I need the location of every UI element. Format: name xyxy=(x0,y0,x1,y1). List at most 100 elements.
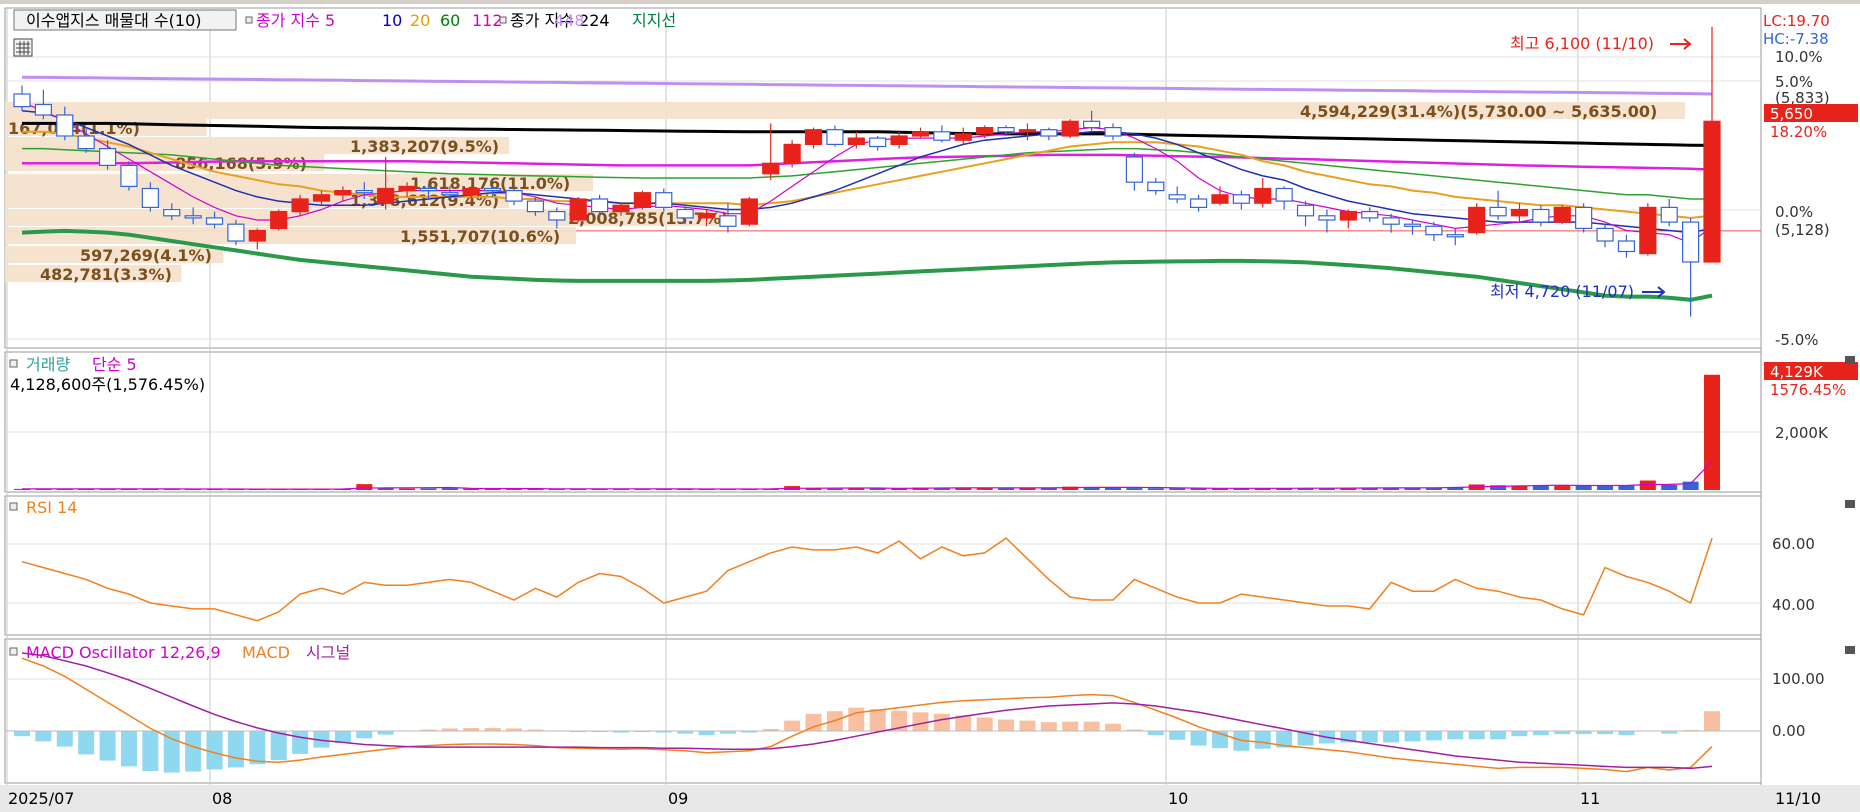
low-annotation: 최저 4,720 (11/07) xyxy=(1490,282,1634,301)
macd-panel-handle[interactable] xyxy=(9,647,18,656)
volume-title: 거래량 xyxy=(26,355,70,374)
volume-panel-handle[interactable] xyxy=(9,359,18,368)
candle-body xyxy=(1125,156,1144,183)
candle-body xyxy=(120,164,138,187)
candle-body xyxy=(1189,198,1208,208)
volume-badge: 4,129K xyxy=(1770,363,1824,381)
candle-body xyxy=(569,198,587,221)
oscillator-bar xyxy=(1190,731,1207,746)
rsi-tick-40: 40.00 xyxy=(1772,596,1815,614)
oscillator-bar xyxy=(912,712,929,731)
candle-body xyxy=(1682,221,1700,263)
volume-profile-label: 482,781(3.3%) xyxy=(40,265,172,284)
oscillator-bar xyxy=(14,731,30,737)
lc-label: LC:19.70 xyxy=(1763,12,1830,30)
volume-profile-label: 597,269(4.1%) xyxy=(80,246,212,265)
oscillator-bar xyxy=(185,731,202,772)
x-label-11: 11 xyxy=(1580,789,1600,808)
candle-body xyxy=(1510,208,1529,217)
volume-bar xyxy=(356,484,373,490)
candle-body xyxy=(1083,120,1101,129)
candle-body xyxy=(377,187,395,204)
candle-body xyxy=(1339,211,1357,221)
oscillator-bar xyxy=(976,717,993,731)
current-price: 5,650 xyxy=(1770,105,1813,123)
oscillator-bar xyxy=(206,731,223,770)
oscillator-bar xyxy=(1468,731,1485,740)
candle-body xyxy=(205,217,224,225)
rsi-panel-handle[interactable] xyxy=(9,502,18,511)
legend-item: 종가 지수 5 xyxy=(256,11,335,30)
oscillator-bar xyxy=(1618,731,1635,736)
stock-chart: 167,084(1.1%)4,594,229(31.4%)(5,730.00 ~… xyxy=(0,7,1860,812)
volume-bar xyxy=(399,488,416,490)
x-label-2025-07: 2025/07 xyxy=(8,789,74,808)
chart-title: 이수앱지스 매물대 수(10) xyxy=(26,11,202,30)
oscillator-bar xyxy=(1383,731,1400,743)
candle-body xyxy=(77,135,95,150)
oscillator-bar xyxy=(848,707,865,731)
rsi-close-icon[interactable] xyxy=(1845,500,1855,508)
candle-body xyxy=(1660,206,1678,223)
oscillator-bar xyxy=(78,731,95,755)
signal-title: 시그널 xyxy=(306,643,350,662)
macd-osc-title: MACD Oscillator 12,26,9 xyxy=(26,643,221,662)
oscillator-bar xyxy=(805,713,822,731)
candle-body xyxy=(1553,206,1571,223)
candle-body xyxy=(141,187,159,208)
pct-tick-minus5: -5.0% xyxy=(1775,331,1819,349)
candle-body xyxy=(1575,206,1593,229)
candle-body xyxy=(291,198,309,213)
candle-body xyxy=(1211,194,1229,204)
volume-bar xyxy=(441,488,458,490)
candle-body xyxy=(633,192,651,208)
volume-axis-tick: 2,000K xyxy=(1775,424,1829,442)
oscillator-bar xyxy=(698,731,715,736)
oscillator-bar xyxy=(249,731,266,765)
candle-body xyxy=(1703,120,1721,263)
candle-body xyxy=(1468,206,1486,234)
oscillator-bar xyxy=(784,720,801,731)
oscillator-bar xyxy=(292,731,309,754)
x-label-right: 11/10 xyxy=(1775,789,1821,808)
volume-close-icon[interactable] xyxy=(1845,356,1855,364)
oscillator-bar xyxy=(142,731,159,772)
pct-tick-10: 10.0% xyxy=(1775,48,1823,66)
oscillator-bar xyxy=(56,731,73,747)
candle-body xyxy=(526,200,545,213)
candle-body xyxy=(612,204,630,213)
oscillator-bar xyxy=(99,731,116,761)
volume-ma-title: 단순 5 xyxy=(92,355,137,374)
macd-close-icon[interactable] xyxy=(1845,646,1855,654)
candle-body xyxy=(676,208,694,219)
oscillator-bar xyxy=(1147,731,1164,736)
volume-bar xyxy=(848,488,865,490)
candle-body xyxy=(590,198,609,213)
candle-body xyxy=(976,126,994,135)
candle-body xyxy=(1596,227,1614,242)
candle-body xyxy=(398,185,416,192)
candle-body xyxy=(804,129,823,145)
candle-body xyxy=(1275,187,1293,202)
legend-item: 지지선 xyxy=(632,11,676,30)
candle-body xyxy=(890,135,908,145)
macd-tick-0: 0.00 xyxy=(1772,722,1805,740)
oscillator-bar xyxy=(1511,731,1528,737)
candle-body xyxy=(1489,206,1507,217)
legend-item: 20 xyxy=(410,11,430,30)
oscillator-bar xyxy=(1404,731,1421,742)
rsi-title: RSI 14 xyxy=(26,498,77,517)
x-label-08: 08 xyxy=(212,789,232,808)
candle-body xyxy=(1382,217,1400,225)
candle-body xyxy=(847,137,865,146)
oscillator-bar xyxy=(1490,731,1507,740)
candle-body xyxy=(1061,120,1079,137)
candle-body xyxy=(270,211,288,230)
volume-bar xyxy=(1147,488,1164,490)
candle-body xyxy=(484,187,502,192)
oscillator-bar xyxy=(1040,722,1057,731)
candle-body xyxy=(98,148,117,167)
legend-item: 10 xyxy=(382,11,402,30)
candle-body xyxy=(1168,194,1186,200)
legend-handle-icon xyxy=(245,16,253,24)
